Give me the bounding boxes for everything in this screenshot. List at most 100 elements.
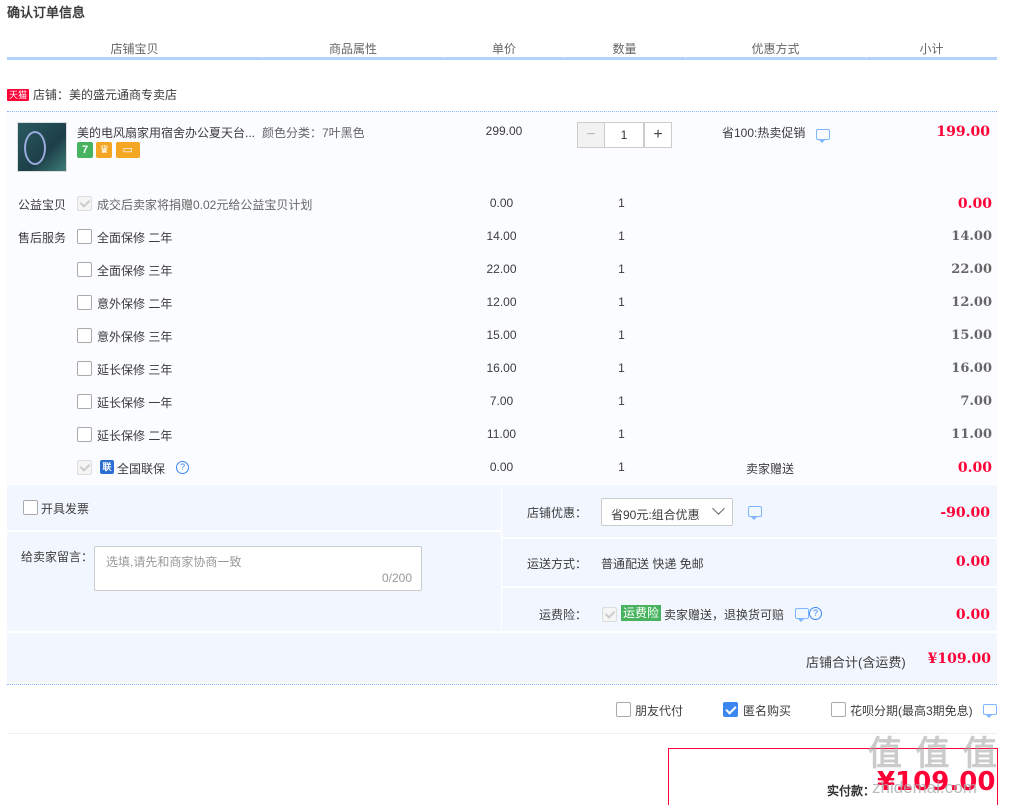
service-qty: 1 <box>618 262 625 276</box>
service-name: 全面保修 三年 <box>97 264 173 278</box>
column-header-attr: 商品属性 <box>328 42 377 56</box>
national-warranty-discount: 卖家赠送 <box>746 462 795 476</box>
service-name: 延长保修 二年 <box>97 429 173 443</box>
discount-info-icon[interactable] <box>816 129 830 143</box>
column-header-subtotal: 小计 <box>919 42 944 56</box>
divider <box>502 586 997 588</box>
service-qty: 1 <box>618 427 625 441</box>
service-name: 意外保修 三年 <box>97 330 173 344</box>
seven-day-return-icon: 7 <box>77 142 93 158</box>
shipping-amount: 0.00 <box>955 554 990 570</box>
payment-label: 实付款： <box>827 784 876 798</box>
header-separator <box>685 40 686 58</box>
message-placeholder: 选填,请先和商家协商一致 <box>106 555 242 569</box>
service-price: 15.00 <box>486 328 517 342</box>
service-checkbox[interactable] <box>77 361 92 376</box>
column-header-quantity: 数量 <box>612 42 637 56</box>
national-warranty-name: 全国联保 <box>117 462 166 476</box>
invoice-checkbox[interactable] <box>23 500 38 515</box>
item-discount: 省100:热卖促销 <box>722 126 806 140</box>
huabei-info-icon[interactable] <box>983 704 997 718</box>
service-subtotal: 11.00 <box>951 427 992 442</box>
service-qty: 1 <box>618 394 625 408</box>
divider <box>501 488 502 631</box>
quantity-decrease-button[interactable]: − <box>577 122 605 148</box>
service-name: 延长保修 一年 <box>97 396 173 410</box>
charity-text: 成交后卖家将捐赠0.02元给公益宝贝计划 <box>97 198 313 212</box>
shop-total-label: 店铺合计(含运费) <box>806 655 906 670</box>
charity-subtotal: 0.00 <box>957 196 992 212</box>
credit-card-icon: ▭ <box>115 142 140 158</box>
service-qty: 1 <box>618 295 625 309</box>
message-textarea[interactable]: 选填,请先和商家协商一致 0/200 <box>94 546 422 591</box>
friend-pay-label[interactable]: 朋友代付 <box>635 702 683 719</box>
divider <box>7 530 501 532</box>
help-icon[interactable]: ? <box>809 607 822 620</box>
service-checkbox[interactable] <box>77 262 92 277</box>
service-checkbox[interactable] <box>77 427 92 442</box>
shop-guarantee-icon: ♛ <box>96 142 113 158</box>
service-checkbox[interactable] <box>77 295 92 310</box>
service-name: 延长保修 三年 <box>97 363 173 377</box>
service-price: 12.00 <box>486 295 517 309</box>
service-checkbox[interactable] <box>77 328 92 343</box>
national-warranty-subtotal: 0.00 <box>957 460 992 476</box>
insurance-badge-wrap: 运费险 <box>621 605 662 621</box>
service-subtotal: 7.00 <box>960 394 992 409</box>
invoice-label: 开具发票 <box>41 502 90 516</box>
tmall-logo-icon: 天猫 <box>7 88 30 101</box>
watermark-site: zhidemai.com <box>872 778 977 797</box>
divider <box>502 537 997 539</box>
shop-discount-label: 店铺优惠： <box>527 506 588 520</box>
huabei-checkbox[interactable] <box>831 702 846 717</box>
shop-name[interactable]: 店铺：美的盛元通商专卖店 <box>33 88 177 102</box>
column-header-discount: 优惠方式 <box>751 42 800 56</box>
service-checkbox[interactable] <box>77 229 92 244</box>
header-separator <box>444 40 445 58</box>
insurance-checkbox <box>602 607 617 622</box>
divider <box>7 733 997 734</box>
service-price: 14.00 <box>486 229 517 243</box>
quantity-input[interactable]: 1 <box>604 122 644 148</box>
charity-label: 公益宝贝 <box>18 198 67 212</box>
shop-discount-selected: 省90元:组合优惠 <box>611 508 700 522</box>
message-label: 给卖家留言： <box>21 550 94 564</box>
product-thumbnail[interactable] <box>17 122 67 172</box>
service-price: 16.00 <box>486 361 517 375</box>
friend-pay-checkbox[interactable] <box>616 702 631 717</box>
insurance-badge: 运费险 <box>621 605 662 621</box>
service-price: 22.00 <box>486 262 517 276</box>
insurance-label: 运费险： <box>539 608 588 622</box>
product-name[interactable]: 美的电风扇家用宿舍办公夏天台... <box>77 124 255 141</box>
product-badges: 7 ♛ ▭ <box>77 142 140 158</box>
insurance-text: 卖家赠送，退换货可赔 <box>664 608 785 622</box>
header-separator <box>262 40 263 58</box>
service-subtotal: 14.00 <box>951 229 992 244</box>
help-icon[interactable]: ? <box>176 461 189 474</box>
product-attribute: 颜色分类：7叶黑色 <box>262 126 365 140</box>
national-warranty-icon: 联 <box>100 460 114 474</box>
watermark-logo: 值 值 值 <box>868 735 999 773</box>
anonymous-label[interactable]: 匿名购买 <box>743 702 791 719</box>
charity-qty: 1 <box>618 196 625 210</box>
shop-total-amount: ¥109.00 <box>927 651 991 667</box>
huabei-label[interactable]: 花呗分期(最高3期免息) <box>850 702 973 719</box>
charity-price: 0.00 <box>489 196 514 210</box>
divider <box>7 631 997 633</box>
shop-discount-amount: -90.00 <box>940 505 990 521</box>
shop-discount-select[interactable]: 省90元:组合优惠 <box>601 498 733 526</box>
page-title: 确认订单信息 <box>7 5 86 20</box>
service-checkbox[interactable] <box>77 394 92 409</box>
discount-info-icon[interactable] <box>748 506 762 520</box>
item-subtotal: 199.00 <box>936 124 990 140</box>
service-subtotal: 16.00 <box>951 361 992 376</box>
column-header-price: 单价 <box>491 42 516 56</box>
insurance-info-icon[interactable] <box>795 608 809 622</box>
quantity-increase-button[interactable]: + <box>644 122 672 148</box>
charity-checkbox <box>77 196 92 211</box>
anonymous-checkbox[interactable] <box>723 702 738 717</box>
service-qty: 1 <box>618 229 625 243</box>
service-name: 全面保修 二年 <box>97 231 173 245</box>
divider <box>7 684 997 685</box>
header-separator <box>866 40 867 58</box>
